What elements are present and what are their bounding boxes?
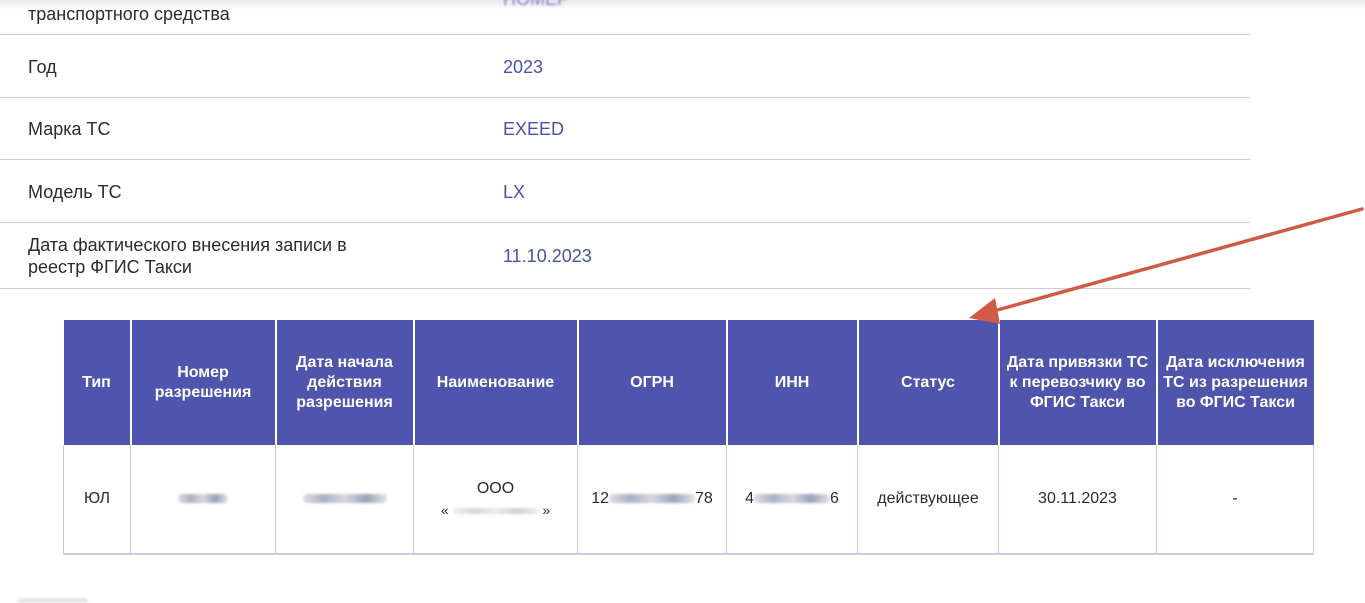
inn-start: 4 [745, 490, 754, 507]
info-value-plate: НОМЕР [503, 0, 569, 10]
permit-table: Тип Номер разрешения Дата начала действи… [63, 320, 1314, 555]
cell-type: ЮЛ [63, 445, 131, 555]
info-row-registry-date: Дата фактического внесения записи в реес… [0, 223, 1250, 289]
cell-status: действующее [857, 445, 999, 555]
info-row-brand: Марка ТС EXEED [0, 98, 1250, 160]
bottom-smudge [18, 598, 88, 603]
info-label-year: Год [28, 57, 57, 77]
header-status: Статус [857, 320, 1000, 445]
cell-start-date [275, 445, 414, 555]
header-exclusion-date: Дата исключения ТС из разрешения во ФГИС… [1156, 320, 1314, 445]
table-row: ЮЛ ООО « » 12 78 46 действующее 30.11.202… [63, 445, 1314, 555]
redacted-name [452, 508, 539, 515]
redacted-start-date [302, 494, 387, 504]
info-value-year: 2023 [503, 57, 544, 77]
header-link-date: Дата привязки ТС к перевозчику во ФГИС Т… [998, 320, 1158, 445]
info-label-registry-date: Дата фактического внесения записи в реес… [28, 235, 347, 277]
header-name: Наименование [413, 320, 579, 445]
header-start-date: Дата начала действия разрешения [275, 320, 415, 445]
header-permit-number: Номер разрешения [130, 320, 277, 445]
info-label-model: Модель ТС [28, 182, 122, 202]
ogrn-start: 12 [591, 490, 609, 507]
ogrn-end: 78 [695, 490, 713, 507]
header-type: Тип [63, 320, 132, 445]
info-value-brand: EXEED [503, 119, 565, 139]
permit-table-header: Тип Номер разрешения Дата начала действи… [63, 320, 1314, 445]
cell-name: ООО « » [413, 445, 578, 555]
cell-link-date: 30.11.2023 [998, 445, 1157, 555]
cell-permit-number [130, 445, 276, 555]
redacted-ogrn [609, 494, 695, 504]
cell-inn: 46 [726, 445, 858, 555]
redacted-permit-number [178, 494, 228, 504]
info-row-model: Модель ТС LX [0, 160, 1250, 223]
cell-exclusion-date: - [1156, 445, 1314, 555]
info-label-brand: Марка ТС [28, 119, 111, 139]
header-ogrn: ОГРН [577, 320, 728, 445]
name-open-quote: « [440, 502, 449, 518]
name-close-quote: » [542, 502, 551, 518]
name-prefix: ООО [476, 480, 515, 497]
name-redacted-line: « » [418, 502, 573, 518]
info-row-year: Год 2023 [0, 35, 1250, 98]
info-label-plate: транспортного средства [28, 4, 230, 24]
inn-end: 6 [830, 490, 839, 507]
cell-ogrn: 12 78 [577, 445, 727, 555]
info-row-plate: транспортного средства НОМЕР [0, 0, 1250, 35]
redacted-inn [754, 494, 830, 504]
info-value-registry-date: 11.10.2023 [503, 246, 592, 266]
header-inn: ИНН [726, 320, 859, 445]
info-value-model: LX [503, 182, 526, 202]
